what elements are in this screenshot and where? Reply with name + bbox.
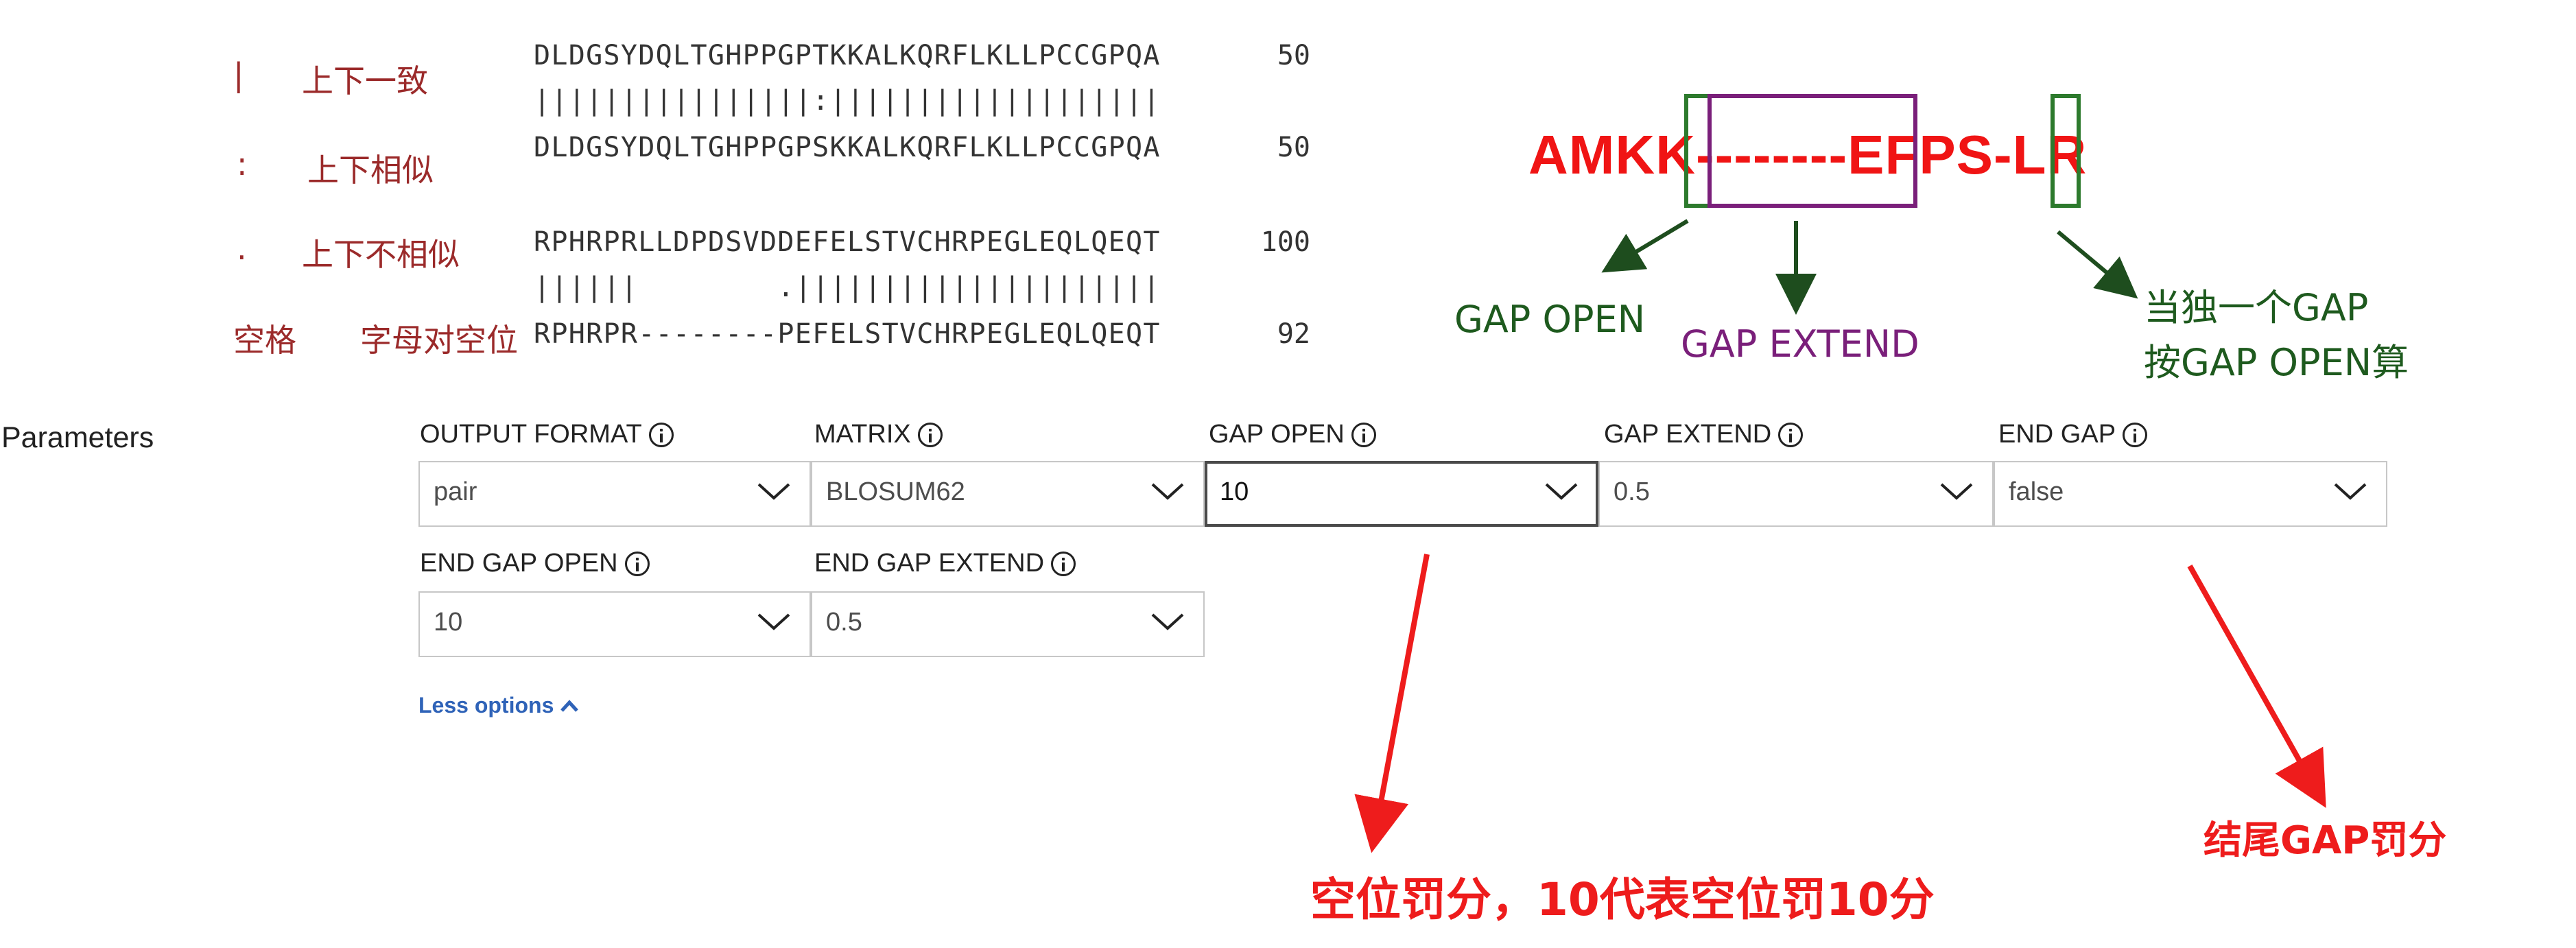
gap-open-arrow <box>1601 219 1689 273</box>
chevron-down-icon <box>1940 483 1973 500</box>
single-gap-note-line1: 当独一个GAP <box>2144 286 2369 329</box>
output-format-select[interactable]: pair <box>418 461 811 527</box>
chevron-down-icon <box>757 613 790 630</box>
single-gap-note-line2: 按GAP OPEN算 <box>2144 341 2409 384</box>
parameters-title: Parameters <box>1 421 154 454</box>
gap-penalty-annotation: 空位罚分，10代表空位罚10分 <box>1310 873 1935 926</box>
gap-open-field-label: GAP OPEN <box>1209 420 1376 449</box>
gap-extend-label-text: GAP EXTEND <box>1604 420 1772 449</box>
end-gap-penalty-annotation: 结尾GAP罚分 <box>2203 818 2447 863</box>
end-gap-extend-select[interactable]: 0.5 <box>811 591 1205 657</box>
less-options-text: Less options <box>418 693 554 718</box>
info-icon[interactable] <box>1051 551 1076 576</box>
gap-open-label-text: GAP OPEN <box>1209 420 1345 449</box>
gap-open-box <box>1684 94 1712 208</box>
end-gap-field-label: END GAP <box>1998 420 2148 449</box>
chevron-down-icon <box>1545 483 1578 500</box>
end-gap-open-field-label: END GAP OPEN <box>420 549 650 578</box>
matrix-label: MATRIX <box>814 420 943 449</box>
info-icon[interactable] <box>1778 422 1804 447</box>
chevron-down-icon <box>1151 613 1184 630</box>
gap-extend-select[interactable]: 0.5 <box>1598 461 1994 527</box>
gap-extend-value: 0.5 <box>1614 477 1650 506</box>
end-gap-open-label-text: END GAP OPEN <box>420 549 618 578</box>
gap-open-select[interactable]: 10 <box>1205 461 1598 527</box>
single-gap-arrow <box>2057 230 2138 299</box>
gap-open-value: 10 <box>1220 477 1249 506</box>
output-format-label: OUTPUT FORMAT <box>420 420 674 449</box>
matrix-select[interactable]: BLOSUM62 <box>811 461 1205 527</box>
output-format-value: pair <box>434 477 477 506</box>
end-gap-extend-label-text: END GAP EXTEND <box>814 549 1045 578</box>
matrix-value: BLOSUM62 <box>826 477 965 506</box>
end-gap-select[interactable]: false <box>1994 461 2387 527</box>
gap-extend-field-label: GAP EXTEND <box>1604 420 1804 449</box>
info-icon[interactable] <box>648 422 674 447</box>
info-icon[interactable] <box>1351 422 1376 447</box>
gap-extend-box <box>1708 94 1917 208</box>
end-gap-open-value: 10 <box>434 608 463 637</box>
end-gap-label-text: END GAP <box>1998 420 2116 449</box>
chevron-up-icon <box>560 699 579 712</box>
info-icon[interactable] <box>624 551 650 576</box>
less-options-link[interactable]: Less options <box>418 693 580 718</box>
end-gap-extend-value: 0.5 <box>826 608 862 637</box>
single-gap-box <box>2051 94 2081 208</box>
info-icon[interactable] <box>917 422 943 447</box>
matrix-label-text: MATRIX <box>814 420 911 449</box>
chevron-down-icon <box>1151 483 1184 500</box>
end-gap-extend-field-label: END GAP EXTEND <box>814 549 1076 578</box>
gap-open-label: GAP OPEN <box>1454 298 1646 341</box>
gap-extend-label: GAP EXTEND <box>1681 322 1919 366</box>
end-gap-open-select[interactable]: 10 <box>418 591 811 657</box>
info-icon[interactable] <box>2123 422 2148 447</box>
output-format-label-text: OUTPUT FORMAT <box>420 420 642 449</box>
end-gap-annotation-arrow <box>2187 565 2326 808</box>
chevron-down-icon <box>2334 483 2367 500</box>
chevron-down-icon <box>757 483 790 500</box>
gap-open-annotation-arrow <box>1354 554 1430 853</box>
end-gap-value: false <box>2009 477 2064 506</box>
